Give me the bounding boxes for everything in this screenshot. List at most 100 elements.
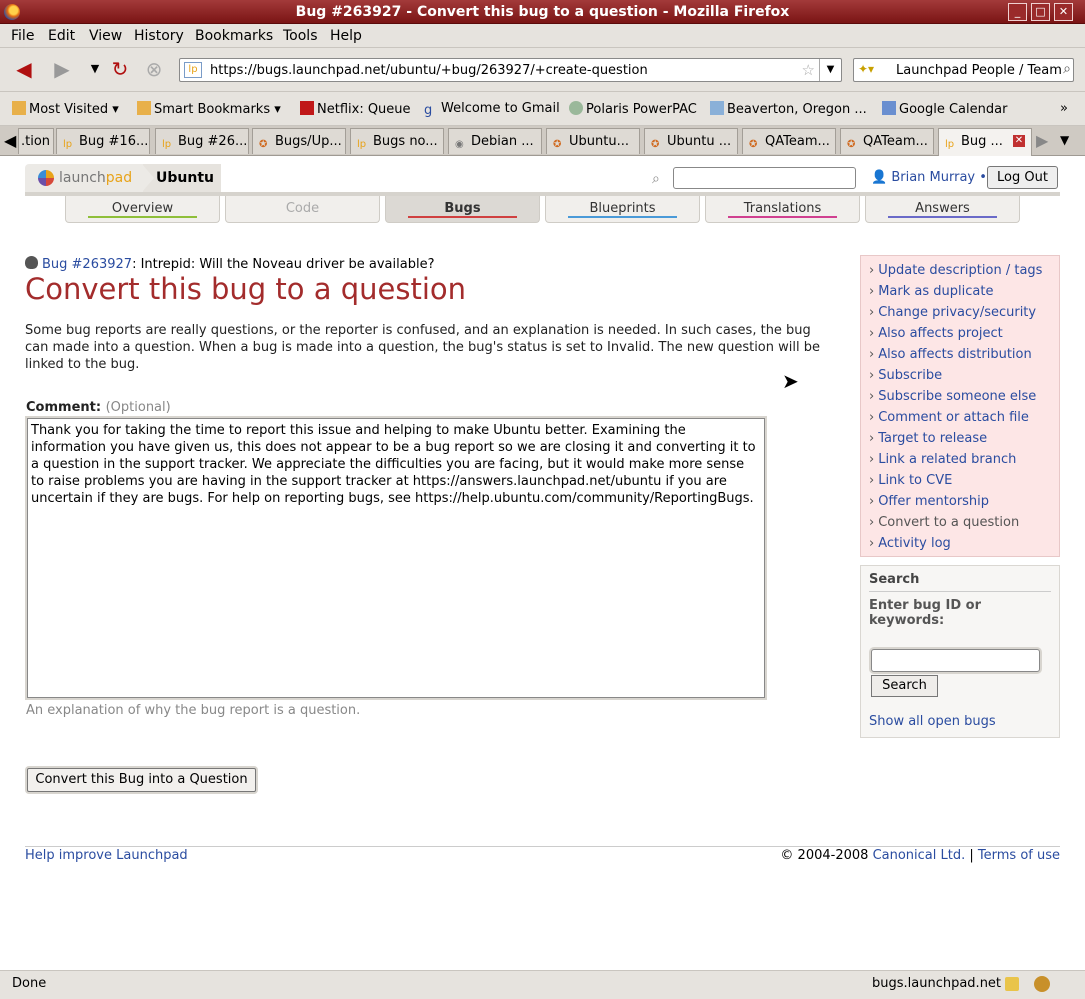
convert-to-question-button[interactable]: Convert this Bug into a Question [27,768,256,792]
reload-icon[interactable]: ↻ [107,58,133,82]
tab-6[interactable]: ◉ Debian ... [448,128,542,154]
status-bar: Done bugs.launchpad.net [0,970,1085,999]
breadcrumb-ubuntu[interactable]: Ubuntu [142,164,221,192]
bookmark-gmail[interactable]: g Welcome to Gmail [424,101,560,118]
menu-file[interactable]: File [11,28,34,44]
tab-label: Translations [743,201,822,216]
tab-underline [88,216,197,218]
comment-textarea[interactable]: Thank you for taking the time to report … [27,418,765,698]
launchpad-icon: lp [162,139,172,150]
tab-7[interactable]: ✪ Ubuntu... [546,128,640,154]
search-icon[interactable]: ⌕ [1063,61,1071,77]
stop-icon[interactable]: ⊗ [141,58,167,82]
action-update-description[interactable]: Update description / tags [869,260,1059,281]
tab-9[interactable]: ✪ QATeam... [742,128,836,154]
bookmark-netflix[interactable]: Netflix: Queue [300,101,411,117]
menu-edit[interactable]: Edit [48,28,75,44]
action-target-release[interactable]: Target to release [869,428,1059,449]
maximize-button[interactable]: □ [1031,3,1050,21]
action-activity-log[interactable]: Activity log [869,533,1059,554]
bookmark-google-calendar[interactable]: Google Calendar [882,101,1007,117]
action-subscribe[interactable]: Subscribe [869,365,1059,386]
logout-button[interactable]: Log Out [987,166,1058,189]
ubuntu-icon: ✪ [259,139,268,150]
search-engine-icon[interactable]: ✦▾ [858,62,874,76]
bookmark-smart-bookmarks[interactable]: Smart Bookmarks ▾ [137,101,281,117]
tab-code[interactable]: Code [225,196,380,223]
bug-search-input[interactable] [871,649,1040,672]
forward-icon[interactable]: ▶ [49,58,75,82]
history-dropdown-icon[interactable]: ▼ [82,58,108,82]
canonical-link[interactable]: Canonical Ltd. [873,848,966,863]
close-window-button[interactable]: ✕ [1054,3,1073,21]
menu-history[interactable]: History [134,28,184,44]
footer-separator: | [969,848,974,863]
minimize-button[interactable]: _ [1008,3,1027,21]
tab-4[interactable]: ✪ Bugs/Up... [252,128,346,154]
url-dropdown-icon[interactable]: ▼ [819,59,841,81]
menu-view[interactable]: View [89,28,122,44]
action-also-affects-project[interactable]: Also affects project [869,323,1059,344]
bookmark-label: Smart Bookmarks ▾ [154,102,281,117]
addon-icon[interactable] [1034,976,1050,992]
scroll-tabs-right-icon[interactable]: ▶ [1036,131,1048,150]
tab-8[interactable]: ✪ Ubuntu ... [644,128,738,154]
action-mark-duplicate[interactable]: Mark as duplicate [869,281,1059,302]
bug-link[interactable]: Bug #263927 [42,257,132,272]
back-icon[interactable]: ◀ [11,58,37,82]
tab-answers[interactable]: Answers [865,196,1020,223]
mouse-cursor-icon: ➤ [782,369,799,393]
tab-label: QATeam... [765,134,830,149]
action-link-branch[interactable]: Link a related branch [869,449,1059,470]
tab-5[interactable]: lp Bugs no... [350,128,444,154]
tab-label: Bug #26... [178,134,248,149]
url-bar[interactable]: lp https://bugs.launchpad.net/ubuntu/+bu… [179,58,842,82]
user-link[interactable]: 👤 Brian Murray • [871,170,987,185]
scroll-tabs-left-icon[interactable]: ◀ [4,131,16,150]
action-subscribe-someone-else[interactable]: Subscribe someone else [869,386,1059,407]
tab-overview[interactable]: Overview [65,196,220,223]
page-title: Convert this bug to a question [25,272,467,306]
tab-2[interactable]: lp Bug #16... [56,128,150,154]
launchpad-logo[interactable]: launchpad [25,164,143,192]
launchpad-header: launchpad Ubuntu ⌕ 👤 Brian Murray • Log … [25,164,1060,192]
window-title-bar: Bug #263927 - Convert this bug to a ques… [0,0,1085,24]
bookmark-polaris[interactable]: Polaris PowerPAC [569,101,697,117]
menu-bookmarks[interactable]: Bookmarks [195,28,273,44]
close-tab-icon[interactable]: ✕ [1013,135,1025,147]
terms-link[interactable]: Terms of use [978,848,1060,863]
page-content: launchpad Ubuntu ⌕ 👤 Brian Murray • Log … [0,156,1085,970]
search-bar[interactable]: ✦▾ Launchpad People / Team ⌕ [853,58,1074,82]
menu-tools[interactable]: Tools [283,28,318,44]
help-improve-link[interactable]: Help improve Launchpad [25,848,188,863]
bug-search-button[interactable]: Search [871,675,938,697]
tab-1[interactable]: .tion [18,128,54,154]
action-also-affects-distribution[interactable]: Also affects distribution [869,344,1059,365]
tab-blueprints[interactable]: Blueprints [545,196,700,223]
tab-label: QATeam... [863,134,928,149]
action-offer-mentorship[interactable]: Offer mentorship [869,491,1059,512]
bookmark-most-visited[interactable]: Most Visited ▾ [12,101,119,117]
site-search-input[interactable] [673,167,856,189]
tab-translations[interactable]: Translations [705,196,860,223]
action-link-cve[interactable]: Link to CVE [869,470,1059,491]
bookmarks-overflow-chevron[interactable]: » [1060,101,1068,116]
lock-icon[interactable] [1005,977,1019,991]
bookmark-label: Welcome to Gmail [441,101,560,116]
tab-10[interactable]: ✪ QATeam... [840,128,934,154]
tab-3[interactable]: lp Bug #26... [155,128,249,154]
tab-label: Blueprints [589,201,656,216]
action-change-privacy[interactable]: Change privacy/security [869,302,1059,323]
folder-icon [12,101,26,115]
bug-search-label: Enter bug ID or keywords: [869,598,981,628]
show-all-open-bugs-link[interactable]: Show all open bugs [869,714,996,729]
list-all-tabs-icon[interactable]: ▼ [1060,133,1069,147]
action-comment-attach[interactable]: Comment or attach file [869,407,1059,428]
tab-active[interactable]: lp Bug ... ✕ [938,128,1032,156]
tab-underline [408,216,517,218]
tab-underline [728,216,837,218]
bookmark-star-icon[interactable]: ☆ [802,61,815,79]
bookmark-beaverton[interactable]: Beaverton, Oregon ... [710,101,867,117]
menu-help[interactable]: Help [330,28,362,44]
tab-bugs[interactable]: Bugs [385,196,540,223]
